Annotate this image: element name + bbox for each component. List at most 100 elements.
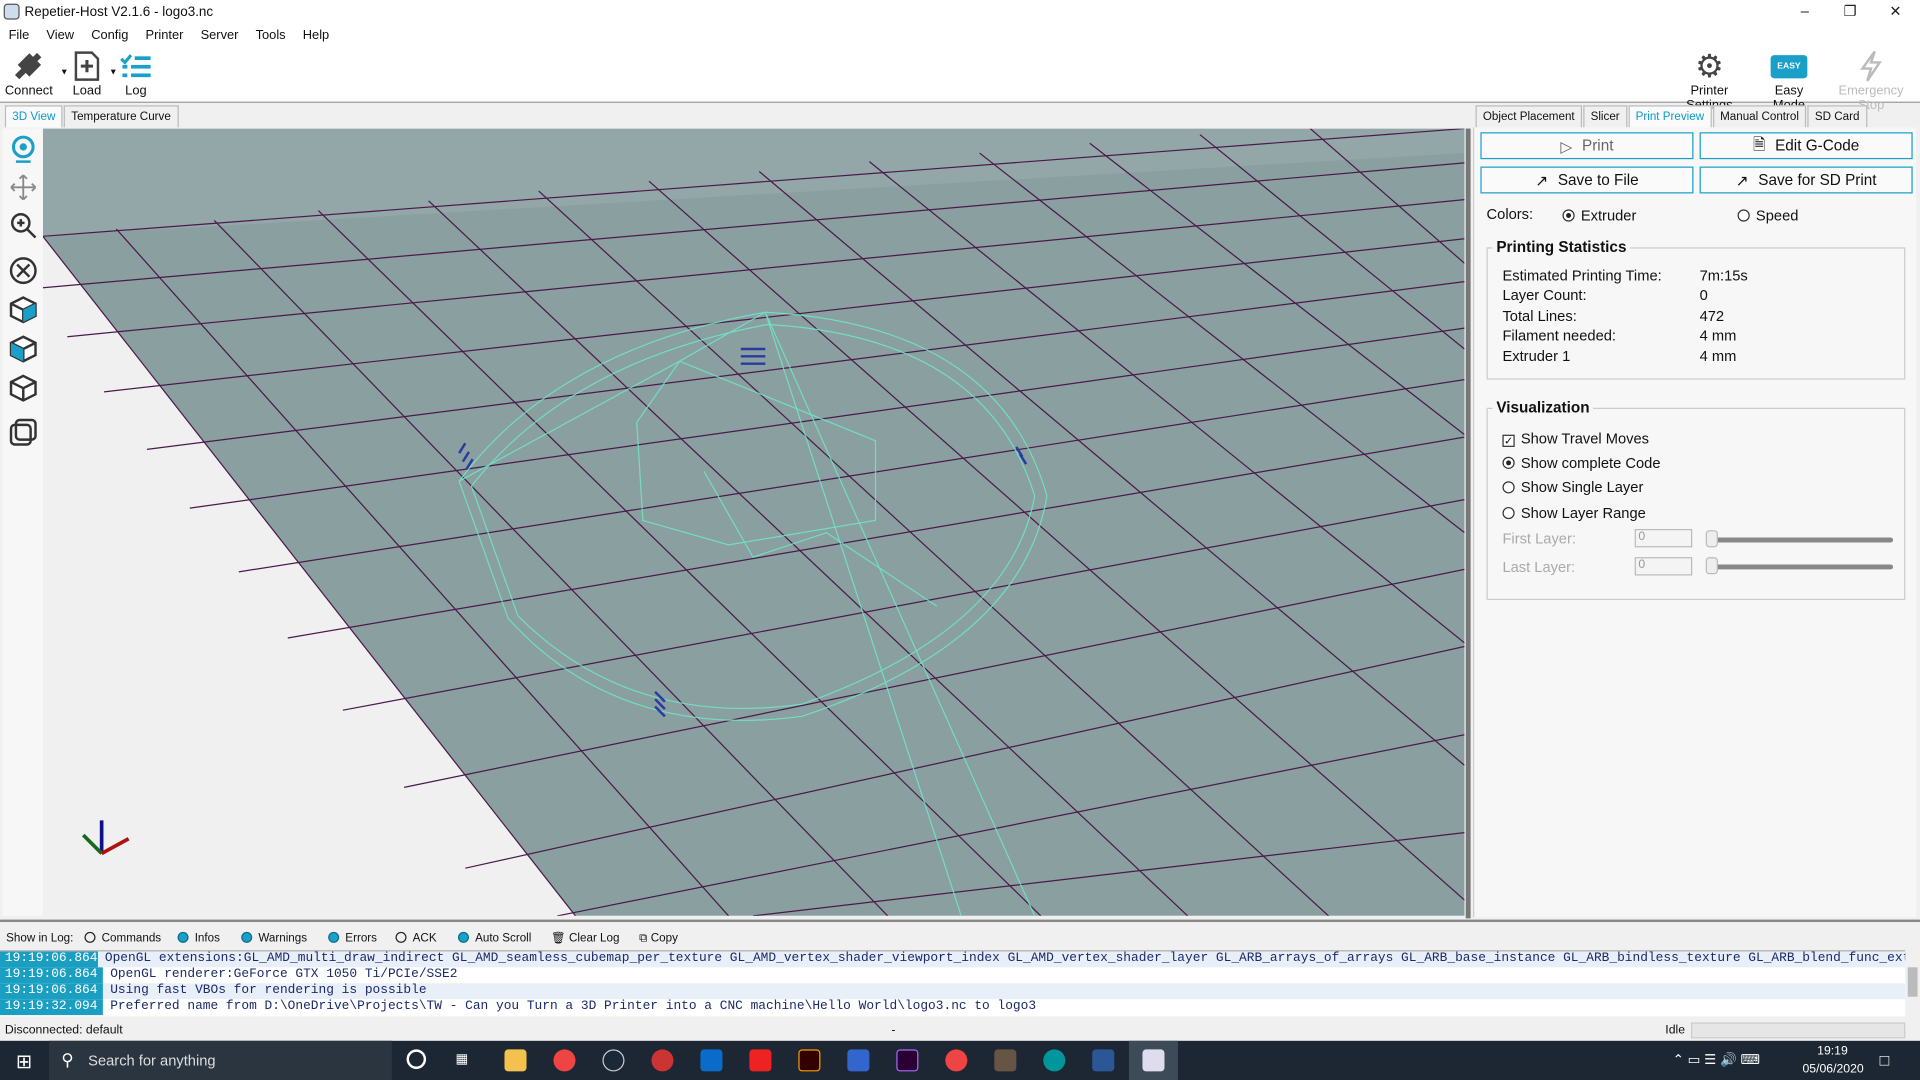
tab-slicer[interactable]: Slicer — [1583, 105, 1628, 128]
restore-button[interactable]: ❐ — [1832, 2, 1869, 22]
warnings-toggle[interactable]: Warnings — [241, 931, 307, 945]
close-button[interactable]: ✕ — [1877, 2, 1914, 22]
log-list[interactable]: 19:19:06.864 OpenGL extensions:GL_AMD_mul… — [0, 950, 1906, 1017]
edit-gcode-button[interactable]: 🗎 Edit G-Code — [1699, 132, 1913, 160]
printer-settings-button[interactable]: ⚙ Printer Settings — [1668, 47, 1751, 113]
repetier-taskbar-button[interactable] — [1128, 1040, 1178, 1080]
menu-tools[interactable]: Tools — [247, 24, 294, 43]
rotate-icon[interactable] — [9, 135, 38, 164]
outlook-icon[interactable] — [700, 1049, 723, 1072]
tab-object-placement[interactable]: Object Placement — [1475, 105, 1583, 128]
fit-view-icon[interactable] — [9, 256, 38, 285]
print-bed-render — [42, 128, 1465, 916]
easy-mode-button[interactable]: EASY Easy Mode — [1757, 49, 1821, 113]
show-complete-code-radio[interactable]: Show complete Code — [1502, 454, 1661, 471]
tab-manual-control[interactable]: Manual Control — [1712, 105, 1807, 128]
first-layer-spinner[interactable]: 0 — [1634, 528, 1693, 548]
plug-icon — [5, 49, 52, 83]
connect-button[interactable]: Connect — [5, 49, 53, 98]
export-icon: ↗ — [1735, 172, 1749, 190]
save-for-sd-button[interactable]: ↗ Save for SD Print — [1699, 166, 1913, 194]
stat-value: 7m:15s — [1699, 266, 1748, 285]
steam-icon[interactable] — [602, 1049, 625, 1072]
emergency-stop-button[interactable]: Emergency Stop — [1824, 49, 1917, 113]
app-icon[interactable] — [651, 1049, 674, 1072]
lightning-icon — [1824, 49, 1917, 83]
stat-value: 472 — [1699, 307, 1725, 325]
chrome-icon[interactable] — [945, 1049, 968, 1072]
colors-label: Colors: — [1486, 205, 1534, 223]
menu-config[interactable]: Config — [83, 24, 137, 43]
app-icon[interactable] — [749, 1049, 772, 1072]
errors-toggle[interactable]: Errors — [328, 931, 377, 945]
easy-mode-icon: EASY — [1771, 54, 1807, 78]
connect-dropdown[interactable]: ▼ — [60, 69, 68, 78]
last-layer-spinner[interactable]: 0 — [1634, 557, 1693, 576]
stat-value: 0 — [1699, 287, 1708, 305]
minimize-button[interactable]: – — [1787, 2, 1824, 22]
print-preview-panel: ▷ Print 🗎 Edit G-Code ↗ Save to File ↗ Save … — [1473, 127, 1917, 918]
arduino-icon[interactable] — [1043, 1049, 1066, 1072]
menu-file[interactable]: File — [0, 24, 38, 43]
commands-toggle[interactable]: Commands — [84, 931, 161, 945]
splitter[interactable] — [1465, 128, 1471, 919]
tab-temperature-curve[interactable]: Temperature Curve — [63, 105, 179, 128]
ack-toggle[interactable]: ACK — [395, 931, 437, 945]
premiere-icon[interactable] — [896, 1049, 919, 1072]
menu-server[interactable]: Server — [192, 24, 247, 43]
task-view-icon[interactable]: ▦ — [456, 1051, 469, 1067]
top-view-icon[interactable] — [9, 373, 38, 402]
load-dropdown[interactable]: ▼ — [109, 69, 117, 78]
word-icon[interactable] — [1092, 1049, 1115, 1072]
illustrator-icon[interactable] — [798, 1049, 821, 1072]
extruder-radio[interactable]: Extruder — [1562, 207, 1636, 224]
app-icon[interactable] — [994, 1049, 1017, 1072]
log-button[interactable]: Log — [120, 49, 152, 98]
clock-time[interactable]: 19:19 — [1817, 1044, 1848, 1057]
menu-help[interactable]: Help — [294, 24, 338, 43]
first-layer-label: First Layer: — [1502, 530, 1576, 548]
first-layer-slider-thumb[interactable] — [1705, 530, 1718, 548]
clock-date[interactable]: 05/06/2020 — [1802, 1063, 1863, 1076]
chrome-icon[interactable] — [553, 1049, 576, 1072]
clear-log-button[interactable]: 🗑 Clear Log — [551, 932, 619, 945]
tab-3d-view[interactable]: 3D View — [4, 105, 63, 128]
tab-print-preview[interactable]: Print Preview — [1628, 105, 1712, 128]
windows-start-icon[interactable]: ⊞ — [16, 1049, 32, 1073]
system-tray-icons[interactable]: ⌃ ▭ ☰ 🔊 ⌨ — [1673, 1052, 1760, 1068]
file-explorer-icon[interactable] — [504, 1049, 527, 1072]
tab-sd-card[interactable]: SD Card — [1807, 105, 1867, 128]
first-layer-slider[interactable] — [1706, 537, 1894, 543]
3d-viewport[interactable] — [42, 128, 1465, 916]
move-icon[interactable] — [9, 173, 38, 202]
save-to-file-button[interactable]: ↗ Save to File — [1480, 166, 1694, 194]
print-button[interactable]: ▷ Print — [1480, 132, 1694, 160]
speed-radio[interactable]: Speed — [1737, 207, 1798, 224]
iso-view-icon[interactable] — [9, 295, 38, 324]
show-single-layer-radio[interactable]: Show Single Layer — [1502, 479, 1643, 496]
taskbar-search[interactable]: ⚲ Search for anything — [48, 1040, 392, 1080]
front-view-icon[interactable] — [9, 334, 38, 363]
log-splitter[interactable] — [0, 919, 1920, 923]
infos-toggle[interactable]: Infos — [177, 931, 220, 945]
load-button[interactable]: Load — [71, 49, 103, 98]
zoom-icon[interactable] — [9, 211, 38, 240]
auto-scroll-toggle[interactable]: Auto Scroll — [457, 931, 531, 945]
show-travel-moves-checkbox[interactable]: ✓ Show Travel Moves — [1502, 430, 1649, 447]
log-scrollbar[interactable] — [1905, 950, 1920, 1017]
log-message: OpenGL renderer:GeForce GTX 1050 Ti/PCIe… — [110, 967, 458, 983]
objects-icon[interactable] — [9, 418, 38, 447]
app-window: Repetier-Host V2.1.6 - logo3.nc – ❐ ✕ Fi… — [0, 0, 1920, 1080]
edit-file-icon: 🗎 — [1752, 135, 1766, 153]
menu-printer[interactable]: Printer — [137, 24, 192, 43]
notifications-icon[interactable]: □ — [1880, 1051, 1890, 1069]
show-layer-range-radio[interactable]: Show Layer Range — [1502, 504, 1646, 522]
status-separator: - — [891, 1023, 896, 1038]
last-layer-slider[interactable] — [1706, 564, 1894, 570]
app-icon[interactable] — [847, 1049, 870, 1072]
menu-view[interactable]: View — [38, 24, 83, 43]
copy-button[interactable]: ⧉ Copy — [639, 932, 678, 945]
last-layer-slider-thumb[interactable] — [1705, 557, 1718, 575]
cortana-icon[interactable] — [406, 1049, 427, 1069]
log-message: OpenGL extensions:GL_AMD_multi_draw_indi… — [104, 951, 1906, 967]
